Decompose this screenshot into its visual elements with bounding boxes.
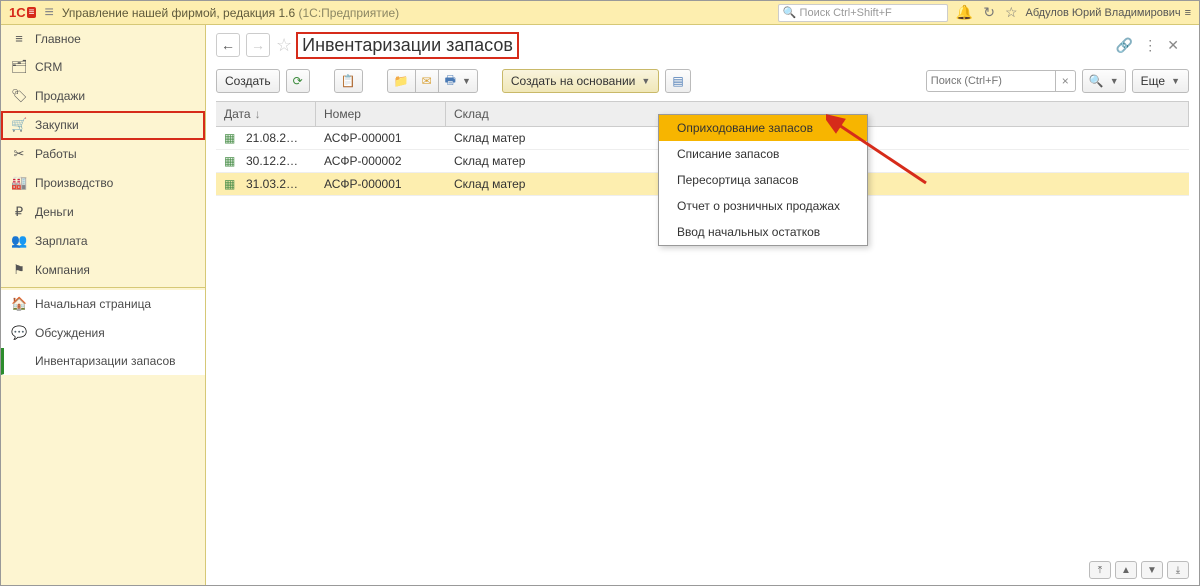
main-menu-icon[interactable]: ≡ [44,4,53,22]
content-area: ← → ☆ Инвентаризации запасов 🔗 ⋮ ✕ Созда… [206,25,1199,585]
col-number[interactable]: Номер [316,102,446,126]
find-button[interactable]: 🔍▼ [1082,69,1126,93]
sidebar-sub-discussions[interactable]: 💬Обсуждения [1,319,205,348]
sidebar-item-works[interactable]: ✂Работы [1,140,205,169]
app-topbar: 1C≡ ≡ Управление нашей фирмой, редакция … [1,1,1199,25]
mail-icon: ✉ [422,74,432,88]
cart-icon: 🛒 [11,117,27,133]
search-icon: 🔍 [783,6,797,19]
app-title: Управление нашей фирмой, редакция 1.6 (1… [62,6,399,20]
folder-icon: 📁 [394,74,409,88]
dd-item-writeoff[interactable]: Списание запасов [659,141,867,167]
report-button[interactable]: ▤ [665,69,690,93]
user-label[interactable]: Абдулов Юрий Владимирович ≡ [1026,7,1191,19]
kebab-icon[interactable]: ⋮ [1143,37,1157,54]
create-based-button[interactable]: Создать на основании▼ [502,69,659,93]
doc-icon: ▦ [216,173,238,195]
back-button[interactable]: ← [216,33,240,57]
menu-icon: ≡ [11,31,27,46]
list-nav-controls: ⤒ ▲ ▼ ⤓ [1089,561,1189,579]
print-button[interactable]: 🖶▼ [438,69,478,93]
sidebar-item-money[interactable]: ₽Деньги [1,198,205,227]
sidebar-sub-inventory[interactable]: Инвентаризации запасов [1,348,205,375]
dd-item-retail-report[interactable]: Отчет о розничных продажах [659,193,867,219]
nav-up-button[interactable]: ▲ [1115,561,1137,579]
print-icon: 🖶 [445,71,456,92]
mail-button[interactable]: ✉ [415,69,439,93]
history-icon[interactable]: ↻ [983,4,995,21]
col-date[interactable]: Дата ↓ [216,102,316,126]
favorite-star-icon[interactable]: ☆ [276,35,292,56]
tools-icon: ✂ [11,146,27,162]
money-icon: ₽ [11,204,27,220]
sales-icon: 🏷 [11,88,27,104]
bell-icon[interactable]: 🔔 [956,4,973,21]
factory-icon: 🏭 [11,175,27,191]
flag-icon: ⚑ [11,262,27,278]
page-title: Инвентаризации запасов [298,34,517,57]
dd-item-posting[interactable]: Оприходование запасов [659,115,867,141]
sidebar-item-main[interactable]: ≡Главное [1,25,205,53]
nav-top-button[interactable]: ⤒ [1089,561,1111,579]
chat-icon: 💬 [11,325,27,341]
toolbar: Создать ⟳ 📋 📁 ✉ 🖶▼ Создать на основании▼… [206,65,1199,101]
copy-button[interactable]: 📋 [334,69,363,93]
more-button[interactable]: Еще▼ [1132,69,1189,93]
nav-down-button[interactable]: ▼ [1141,561,1163,579]
create-button[interactable]: Создать [216,69,280,93]
people-icon: 👥 [11,233,27,249]
app-logo: 1C≡ [9,5,36,20]
sidebar-sub-home[interactable]: 🏠Начальная страница [1,290,205,319]
copy-icon: 📋 [341,74,356,88]
refresh-icon: ⟳ [293,74,303,88]
refresh-button[interactable]: ⟳ [286,69,310,93]
star-icon[interactable]: ☆ [1005,4,1018,21]
list-search[interactable]: × [926,70,1076,92]
home-icon: 🏠 [11,296,27,312]
close-icon[interactable]: ✕ [1167,37,1179,54]
forward-button[interactable]: → [246,33,270,57]
global-search[interactable]: 🔍 Поиск Ctrl+Shift+F [778,4,948,22]
nav-bottom-button[interactable]: ⤓ [1167,561,1189,579]
doc-icon: ▦ [216,127,238,149]
magnifier-icon: 🔍 [1089,74,1104,88]
report-icon: ▤ [672,74,683,88]
user-menu-icon: ≡ [1185,7,1191,19]
dd-item-resort[interactable]: Пересортица запасов [659,167,867,193]
sidebar-item-purchases[interactable]: 🛒Закупки [1,111,205,140]
search-clear-button[interactable]: × [1056,70,1076,92]
crm-icon: 🗂 [11,59,27,75]
sidebar-item-sales[interactable]: 🏷Продажи [1,82,205,111]
sidebar: ≡Главное 🗂CRM 🏷Продажи 🛒Закупки ✂Работы … [1,25,206,585]
sidebar-item-salary[interactable]: 👥Зарплата [1,227,205,256]
create-based-dropdown: Оприходование запасов Списание запасов П… [658,114,868,246]
link-icon[interactable]: 🔗 [1116,37,1133,54]
sidebar-item-company[interactable]: ⚑Компания [1,256,205,285]
dd-item-initial-balance[interactable]: Ввод начальных остатков [659,219,867,245]
folder-button[interactable]: 📁 [387,69,416,93]
search-input[interactable] [926,70,1056,92]
sidebar-item-crm[interactable]: 🗂CRM [1,53,205,82]
doc-icon: ▦ [216,150,238,172]
sidebar-item-production[interactable]: 🏭Производство [1,169,205,198]
